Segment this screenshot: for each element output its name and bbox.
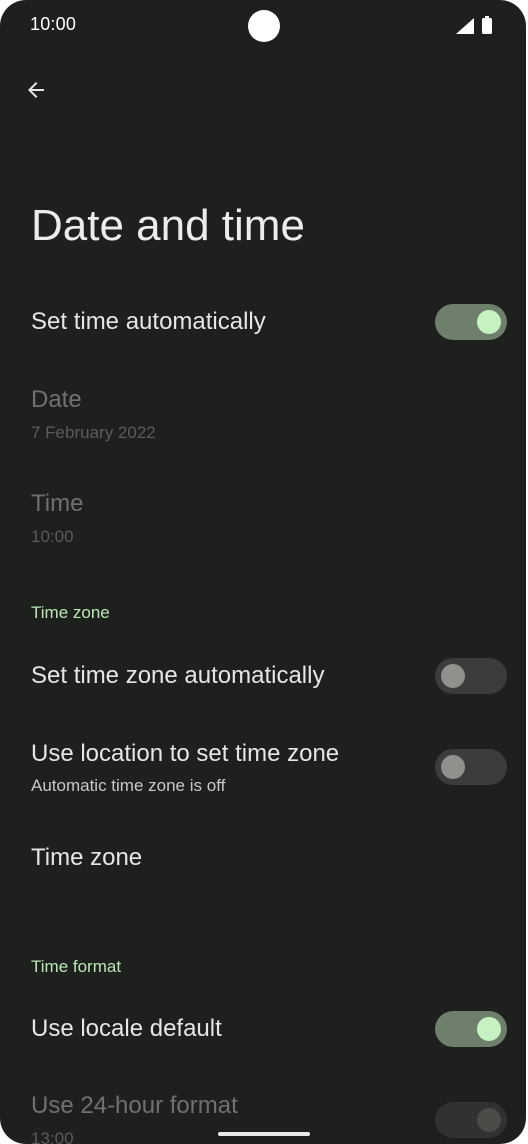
page-title: Date and time xyxy=(31,201,305,250)
switch-thumb xyxy=(441,664,465,688)
set-time-automatically-switch[interactable] xyxy=(435,304,507,340)
status-bar: 10:00 xyxy=(0,0,526,52)
battery-icon xyxy=(482,16,492,34)
set-time-zone-automatically-switch[interactable] xyxy=(435,658,507,694)
time-zone-row[interactable]: Time zone xyxy=(0,826,526,890)
back-button[interactable] xyxy=(18,72,54,108)
time-zone-label: Time zone xyxy=(31,844,143,871)
date-row: Date 7 February 2022 xyxy=(0,374,526,458)
switch-thumb xyxy=(441,755,465,779)
set-time-zone-automatically-label: Set time zone automatically xyxy=(31,662,325,689)
arrow-back-icon xyxy=(28,82,44,98)
switch-thumb xyxy=(477,1108,501,1132)
signal-icon xyxy=(456,18,474,34)
set-time-automatically-row[interactable]: Set time automatically xyxy=(0,290,526,354)
use-locale-default-label: Use locale default xyxy=(31,1015,222,1042)
use-location-label: Use location to set time zone xyxy=(31,740,340,767)
switch-thumb xyxy=(477,310,501,334)
camera-cutout xyxy=(248,10,280,42)
time-row: Time 10:00 xyxy=(0,478,526,562)
use-location-switch[interactable] xyxy=(435,749,507,785)
set-time-zone-automatically-row[interactable]: Set time zone automatically xyxy=(0,644,526,708)
use-location-summary: Automatic time zone is off xyxy=(31,776,226,795)
time-label: Time xyxy=(31,490,84,517)
use-24-hour-format-switch xyxy=(435,1102,507,1138)
section-header-time-zone: Time zone xyxy=(31,603,110,622)
phone-screen: 10:00 Date and time Set time automatical… xyxy=(0,0,526,1144)
use-24-hour-format-value: 13:00 xyxy=(31,1129,74,1144)
use-locale-default-row[interactable]: Use locale default xyxy=(0,997,526,1061)
switch-thumb xyxy=(477,1017,501,1041)
use-24-hour-format-label: Use 24-hour format xyxy=(31,1092,238,1119)
set-time-automatically-label: Set time automatically xyxy=(31,308,266,335)
use-location-row[interactable]: Use location to set time zone Automatic … xyxy=(0,728,526,812)
status-time: 10:00 xyxy=(30,14,77,34)
date-value: 7 February 2022 xyxy=(31,423,156,442)
gesture-navigation-handle[interactable] xyxy=(218,1132,310,1136)
section-header-time-format: Time format xyxy=(31,957,122,976)
use-locale-default-switch[interactable] xyxy=(435,1011,507,1047)
time-value: 10:00 xyxy=(31,527,74,546)
date-label: Date xyxy=(31,386,82,413)
